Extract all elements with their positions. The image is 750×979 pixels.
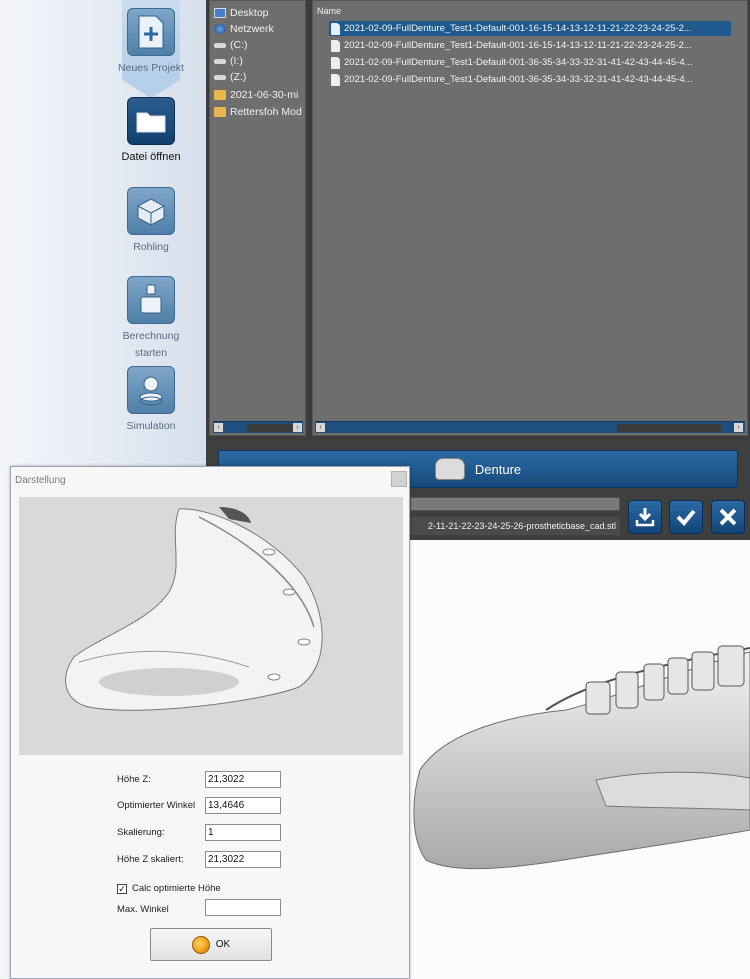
height-z-input[interactable]: [205, 771, 281, 788]
file-icon: [331, 73, 340, 86]
checkmark-icon: [676, 509, 696, 526]
calculate-icon: [127, 276, 175, 324]
calc-optimized-height-label: Calc optimierte Höhe: [132, 883, 221, 894]
ok-label: OK: [215, 939, 231, 950]
max-angle-label: Max. Winkel: [117, 904, 169, 915]
tree-item-label: 2021-06-30-mi: [230, 89, 299, 101]
file-name: 2021-02-09-FullDenture_Test1-Default-001…: [344, 40, 692, 51]
open-file-label: Datei öffnen: [121, 151, 181, 163]
folder-open-icon: [127, 97, 175, 145]
dialog-title: Darstellung: [15, 475, 66, 486]
file-row[interactable]: 2021-02-09-FullDenture_Test1-Default-001…: [329, 38, 731, 53]
optimized-angle-label: Optimierter Winkel: [117, 800, 196, 811]
denture-label: Denture: [474, 461, 522, 477]
confirm-button[interactable]: [669, 500, 703, 534]
tree-item-network[interactable]: Netzwerk: [214, 21, 307, 37]
scrollbar-thumb[interactable]: [247, 424, 295, 432]
file-browser: Desktop Netzwerk (C:) (I:) (Z:) 2021-06-…: [206, 0, 750, 440]
active-tool-arrow: [122, 80, 180, 98]
new-project-plus-icon: [127, 8, 175, 56]
calc-optimized-height-checkbox[interactable]: ✓: [117, 884, 127, 894]
ok-button[interactable]: OK: [150, 928, 272, 961]
ok-icon: [191, 935, 210, 954]
calc-label-line1: Berechnung: [122, 330, 180, 342]
cancel-button[interactable]: [711, 500, 745, 534]
file-row[interactable]: 2021-02-09-FullDenture_Test1-Default-001…: [329, 55, 731, 70]
drive-icon: [214, 74, 226, 80]
tree-item-label: Desktop: [230, 7, 269, 19]
tree-horizontal-scrollbar[interactable]: ‹ ›: [213, 421, 303, 433]
drive-icon: [214, 42, 226, 48]
new-project-label: Neues Projekt: [118, 62, 184, 74]
scaling-label: Skalierung:: [117, 827, 165, 838]
denture-model-render: [413, 645, 750, 870]
3d-viewport[interactable]: [406, 540, 750, 979]
max-angle-input[interactable]: [205, 899, 281, 916]
desktop-icon: [214, 8, 226, 18]
path-bar: [410, 497, 620, 511]
file-icon: [331, 22, 340, 35]
file-row[interactable]: 2021-02-09-FullDenture_Test1-Default-001…: [329, 21, 731, 36]
network-icon: [214, 24, 226, 34]
file-icon: [331, 39, 340, 52]
file-name: 2021-02-09-FullDenture_Test1-Default-001…: [344, 57, 693, 68]
start-calculation-tool[interactable]: Berechnung starten: [101, 276, 201, 362]
file-list: Name 2021-02-09-FullDenture_Test1-Defaul…: [312, 0, 748, 436]
scroll-right-icon[interactable]: ›: [293, 423, 302, 432]
scroll-right-icon[interactable]: ›: [734, 423, 743, 432]
tree-item-drive-z[interactable]: (Z:): [214, 69, 307, 85]
file-row[interactable]: 2021-02-09-FullDenture_Test1-Default-001…: [329, 72, 731, 87]
close-icon: [719, 508, 737, 526]
file-name: 2021-02-09-FullDenture_Test1-Default-001…: [344, 74, 693, 85]
simulation-tool[interactable]: Simulation: [101, 366, 201, 435]
dialog-close-button[interactable]: [391, 471, 407, 487]
tree-item-label: (Z:): [230, 71, 247, 83]
height-z-label: Höhe Z:: [117, 774, 151, 785]
folder-icon: [214, 107, 226, 117]
download-icon: [635, 508, 655, 527]
tree-item-label: (I:): [230, 55, 243, 67]
denture-icon: [434, 458, 465, 480]
open-file-tool[interactable]: Datei öffnen: [101, 97, 201, 166]
scrollbar-thumb[interactable]: [617, 424, 721, 432]
optimized-angle-input[interactable]: [205, 797, 281, 814]
folder-tree: Desktop Netzwerk (C:) (I:) (Z:) 2021-06-…: [209, 0, 306, 436]
file-icon: [331, 56, 340, 69]
tree-item-label: Rettersfoh Mod: [230, 106, 302, 118]
tree-item-label: Netzwerk: [230, 23, 274, 35]
scroll-left-icon[interactable]: ‹: [214, 423, 223, 432]
tree-item-folder-2021[interactable]: 2021-06-30-mi: [214, 87, 307, 103]
calc-label-line2: starten: [134, 347, 168, 359]
blank-block-icon: [127, 187, 175, 235]
denture-base-preview-render: [65, 507, 323, 711]
download-button[interactable]: [628, 500, 662, 534]
name-column-header[interactable]: Name: [317, 6, 341, 16]
simulation-label: Simulation: [126, 420, 176, 432]
new-project-tool[interactable]: Neues Projekt: [101, 8, 201, 77]
scaling-input[interactable]: [205, 824, 281, 841]
tree-item-label: (C:): [230, 39, 248, 51]
tree-item-desktop[interactable]: Desktop: [214, 5, 307, 21]
tree-item-drive-i[interactable]: (I:): [214, 53, 307, 69]
file-name: 2021-02-09-FullDenture_Test1-Default-001…: [344, 23, 692, 34]
height-z-scaled-label: Höhe Z skaliert:: [117, 854, 184, 865]
drive-icon: [214, 58, 226, 64]
tree-item-drive-c[interactable]: (C:): [214, 37, 307, 53]
blank-label: Rohling: [133, 241, 169, 253]
folder-icon: [214, 90, 226, 100]
scroll-left-icon[interactable]: ‹: [316, 423, 325, 432]
display-dialog: Darstellung Höhe Z: Optimierter Winkel S…: [10, 466, 410, 979]
model-preview: [19, 497, 403, 755]
filename-field[interactable]: 2-11-21-22-23-24-25-26-prostheticbase_ca…: [410, 517, 620, 535]
blank-tool[interactable]: Rohling: [101, 187, 201, 256]
simulation-icon: [127, 366, 175, 414]
tree-item-folder-rettersfoh[interactable]: Rettersfoh Mod: [214, 104, 307, 120]
start-calculation-label: Berechnung starten: [101, 328, 201, 362]
files-horizontal-scrollbar[interactable]: ‹ ›: [315, 421, 745, 433]
height-z-scaled-input[interactable]: [205, 851, 281, 868]
